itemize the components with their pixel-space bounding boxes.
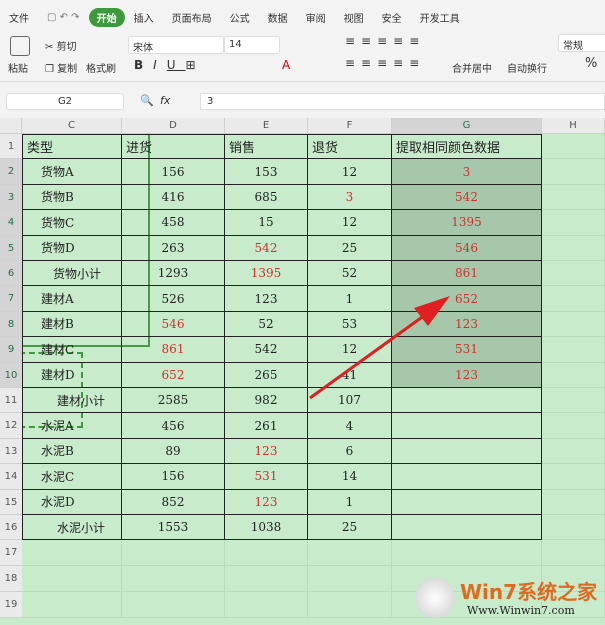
- windows-logo-icon: [415, 578, 455, 618]
- arrow-annotation: [309, 296, 450, 400]
- watermark: Win7系统之家 Www.Winwin7.com: [415, 576, 605, 622]
- watermark-title: Win7系统之家: [460, 580, 598, 604]
- watermark-url: Www.Winwin7.com: [467, 604, 575, 617]
